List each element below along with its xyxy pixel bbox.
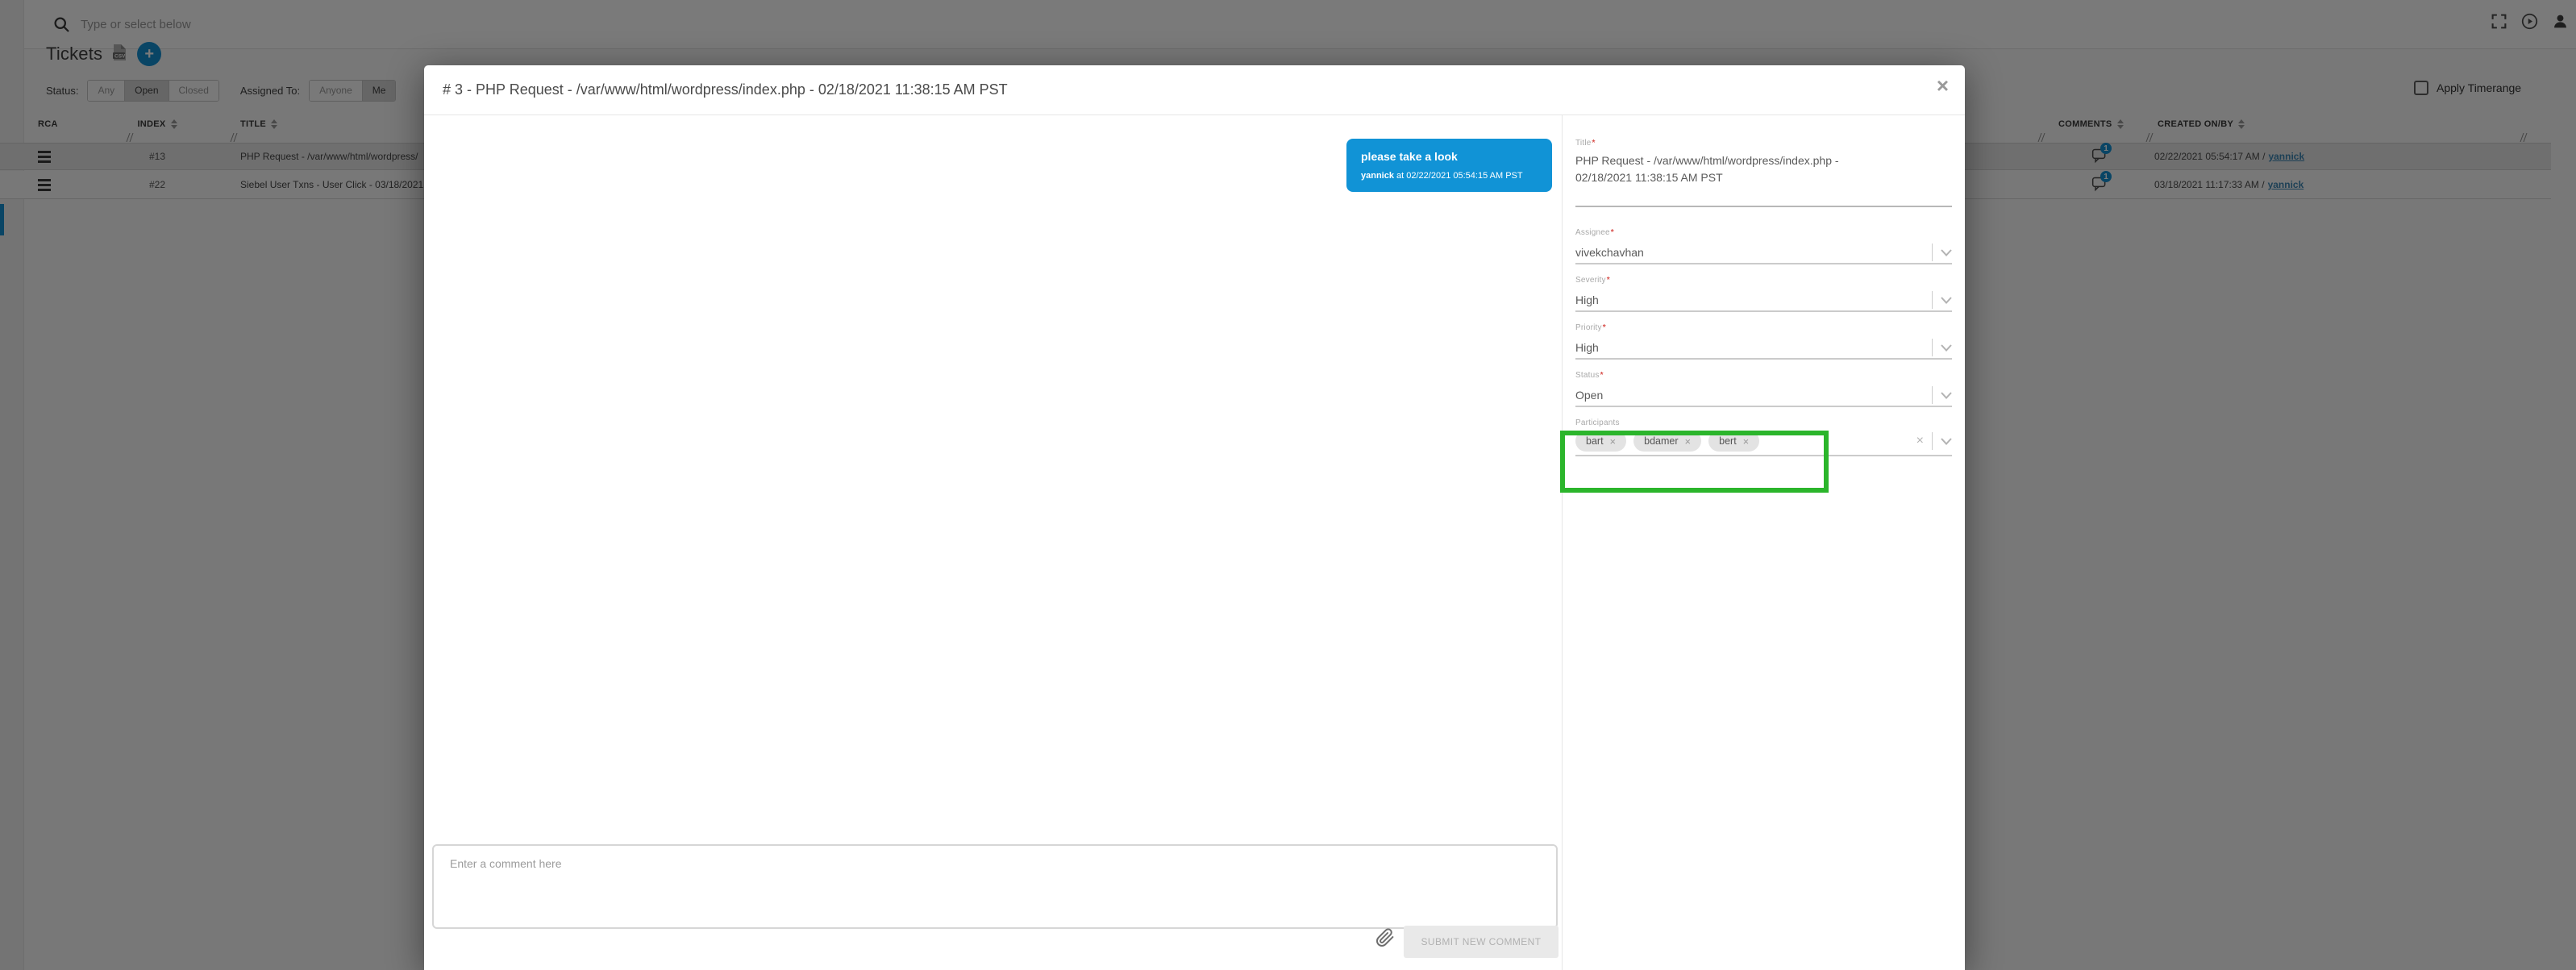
field-participants: Participants bart × bdamer × bert × xyxy=(1575,418,1952,456)
required-asterisk: * xyxy=(1607,276,1610,285)
modal-title: # 3 - PHP Request - /var/www/html/wordpr… xyxy=(443,81,1008,98)
status-label: Status xyxy=(1575,371,1600,380)
close-icon[interactable]: × xyxy=(1937,75,1949,96)
attachment-icon[interactable] xyxy=(1375,928,1395,950)
chevron-down-icon[interactable] xyxy=(1941,249,1952,256)
comment-thread: please take a look yannick at 02/22/2021… xyxy=(424,115,1562,970)
comment-input[interactable] xyxy=(432,844,1558,929)
field-status: Status* Open xyxy=(1575,371,1952,407)
modal-body: please take a look yannick at 02/22/2021… xyxy=(424,115,1965,970)
priority-label: Priority xyxy=(1575,323,1602,332)
participant-chip: bert × xyxy=(1708,431,1759,452)
required-asterisk: * xyxy=(1592,139,1596,148)
field-priority: Priority* High xyxy=(1575,323,1952,360)
clear-all-icon[interactable]: × xyxy=(1916,435,1924,448)
assignee-label: Assignee xyxy=(1575,228,1610,237)
assignee-select[interactable]: vivekchavhan xyxy=(1575,242,1952,264)
required-asterisk: * xyxy=(1600,371,1604,380)
comment-meta: yannick at 02/22/2021 05:54:15 AM PST xyxy=(1361,170,1538,181)
participants-label: Participants xyxy=(1575,418,1952,427)
participant-chip: bdamer × xyxy=(1633,431,1701,452)
severity-label: Severity xyxy=(1575,276,1606,285)
priority-select[interactable]: High xyxy=(1575,337,1952,360)
comment-text: please take a look xyxy=(1361,149,1538,164)
chip-remove-icon[interactable]: × xyxy=(1685,436,1692,447)
comment-bubble: please take a look yannick at 02/22/2021… xyxy=(1346,139,1552,192)
required-asterisk: * xyxy=(1611,228,1614,237)
status-select[interactable]: Open xyxy=(1575,385,1952,407)
chevron-down-icon[interactable] xyxy=(1941,297,1952,304)
modal-header: # 3 - PHP Request - /var/www/html/wordpr… xyxy=(424,65,1965,115)
app-root: Tickets CSV + Status: Any Open Closed As… xyxy=(0,0,2576,970)
participants-multiselect[interactable]: bart × bdamer × bert × × xyxy=(1575,431,1952,456)
field-severity: Severity* High xyxy=(1575,276,1952,312)
field-title: Title* PHP Request - /var/www/html/wordp… xyxy=(1575,139,1952,207)
ticket-detail-modal: # 3 - PHP Request - /var/www/html/wordpr… xyxy=(424,65,1965,970)
title-label: Title xyxy=(1575,139,1592,148)
field-assignee: Assignee* vivekchavhan xyxy=(1575,228,1952,264)
chevron-down-icon[interactable] xyxy=(1941,344,1952,352)
title-input[interactable]: PHP Request - /var/www/html/wordpress/in… xyxy=(1575,152,1952,207)
chevron-down-icon[interactable] xyxy=(1941,392,1952,399)
severity-select[interactable]: High xyxy=(1575,289,1952,312)
chip-remove-icon[interactable]: × xyxy=(1743,436,1750,447)
chevron-down-icon[interactable] xyxy=(1941,438,1952,445)
comment-author: yannick xyxy=(1361,171,1394,181)
participant-chip: bart × xyxy=(1575,431,1626,452)
ticket-fields-panel: Title* PHP Request - /var/www/html/wordp… xyxy=(1562,115,1965,970)
required-asterisk: * xyxy=(1603,323,1606,332)
submit-comment-button[interactable]: SUBMIT NEW COMMENT xyxy=(1404,926,1559,958)
chip-remove-icon[interactable]: × xyxy=(1610,436,1617,447)
